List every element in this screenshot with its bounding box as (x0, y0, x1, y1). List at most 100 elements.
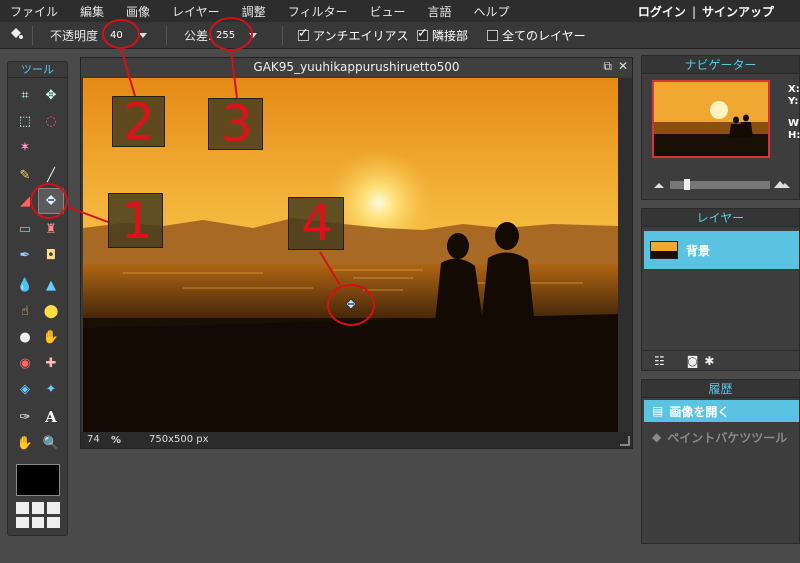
sharpen-icon[interactable]: ▲ (40, 274, 62, 296)
color-replace-icon[interactable]: ✒ (14, 244, 36, 266)
layer-row[interactable]: 背景 (644, 231, 799, 269)
contiguous-check-icon[interactable] (417, 26, 428, 41)
x-label: X: (788, 84, 800, 95)
magnifier-icon[interactable]: 🔍 (40, 432, 62, 454)
menu-language[interactable]: 言語 (417, 3, 463, 20)
opacity-label: 不透明度 (50, 29, 99, 43)
dodge-icon[interactable]: ⬤ (40, 300, 62, 322)
signup-link[interactable]: サインアップ (702, 5, 774, 19)
tolerance-label: 公差: (184, 29, 213, 43)
smudge-icon[interactable]: ☝ (14, 300, 36, 322)
paint-bucket-icon (8, 26, 24, 45)
zoom-unit: % (111, 435, 122, 446)
layer-name: 背景 (686, 243, 711, 258)
grid-icon[interactable] (16, 502, 60, 528)
tools-title: ツール (8, 62, 67, 78)
history-item[interactable]: ▤ 画像を開く (644, 400, 799, 422)
stamp-icon[interactable]: ♜ (40, 218, 62, 240)
lasso-icon[interactable]: ◌ (40, 110, 62, 132)
history-item[interactable]: ◆ ペイントバケツツール (644, 426, 799, 448)
color-picker-icon[interactable]: ✑ (14, 406, 36, 428)
document-title: GAK95_yuuhikappurushiruetto500 (81, 58, 632, 76)
gradient-icon[interactable]: ▭ (14, 218, 36, 240)
annotation-label-3: 3 (221, 95, 253, 153)
new-layer-icon[interactable]: ✱ (704, 354, 714, 368)
history-panel: 履歴 ▤ 画像を開く ◆ ペイントバケツツール (641, 379, 800, 544)
foreground-color-swatch[interactable] (16, 464, 60, 496)
h-label: H: (788, 130, 800, 141)
menu-image[interactable]: 画像 (116, 3, 162, 20)
zoom-slider[interactable] (652, 178, 792, 190)
history-title[interactable]: 履歴 (642, 380, 799, 398)
history-item-label: 画像を開く (669, 404, 730, 419)
paint-bucket-cursor-icon (343, 297, 359, 316)
pinch-icon[interactable]: ✦ (40, 378, 62, 400)
login-link[interactable]: ログイン (638, 5, 686, 19)
layers-panel: レイヤー 背景 ☷ ◙ ✱ (641, 208, 800, 371)
antialias-check-icon[interactable] (298, 26, 309, 41)
resize-grip[interactable] (620, 436, 630, 446)
annotation-label-4: 4 (301, 194, 333, 252)
layer-mask-icon[interactable]: ◙ (687, 354, 699, 368)
annotation-label-2: 2 (123, 93, 155, 151)
menu-filter[interactable]: フィルター (278, 3, 360, 20)
paint-bucket-icon: ◆ (652, 430, 662, 444)
account-links: ログイン | サインアップ (638, 3, 774, 20)
magic-wand-icon[interactable]: ✶ (14, 136, 36, 158)
w-label: W (788, 118, 800, 129)
account-separator: | (691, 5, 696, 19)
all-layers-checkbox[interactable]: 全てのレイヤー (487, 22, 586, 49)
bloat-icon[interactable]: ◈ (14, 378, 36, 400)
annotation-circle-tolerance (209, 17, 253, 51)
annotation-box-3: 3 (208, 98, 263, 150)
navigator-title[interactable]: ナビゲーター (642, 56, 799, 74)
move-icon[interactable]: ✥ (40, 84, 62, 106)
menu-edit[interactable]: 編集 (70, 3, 116, 20)
annotation-label-1: 1 (121, 192, 153, 250)
y-label: Y: (788, 96, 799, 107)
restore-icon[interactable]: ⧉ (603, 59, 612, 73)
antialias-checkbox[interactable]: アンチエイリアス (298, 22, 409, 49)
menu-file[interactable]: ファイル (0, 3, 70, 20)
close-icon[interactable]: ✕ (618, 59, 628, 73)
document-status-bar: 74 % 750x500 px (81, 432, 632, 448)
annotation-box-4: 4 (288, 197, 344, 250)
red-eye-icon[interactable]: ◉ (14, 352, 36, 374)
annotation-box-1: 1 (108, 193, 163, 248)
open-image-icon: ▤ (652, 404, 664, 418)
hand-icon[interactable]: ✋ (14, 432, 36, 454)
contiguous-checkbox[interactable]: 隣接部 (417, 22, 468, 49)
crop-icon[interactable]: ⌗ (14, 84, 36, 106)
navigator-coordinates: X: Y: W H: (788, 84, 800, 142)
image-dimensions: 750x500 px (149, 434, 209, 445)
contiguous-label: 隣接部 (432, 29, 469, 43)
document-controls: ⧉ ✕ (597, 59, 628, 74)
navigator-panel: ナビゲーター X: Y: W H: (641, 55, 800, 200)
layer-thumbnail (650, 241, 678, 259)
layers-title[interactable]: レイヤー (642, 209, 799, 227)
annotation-box-2: 2 (112, 96, 165, 147)
layer-settings-icon[interactable]: ☷ (654, 354, 665, 368)
burn-icon[interactable]: ● (14, 326, 36, 348)
pencil-icon[interactable]: ✎ (14, 164, 36, 186)
menu-help[interactable]: ヘルプ (464, 3, 522, 20)
spot-heal-icon[interactable]: ✚ (40, 352, 62, 374)
sponge-icon[interactable]: ◘ (40, 244, 62, 266)
menu-adjust[interactable]: 調整 (232, 3, 278, 20)
all-layers-label: 全てのレイヤー (502, 29, 586, 43)
tool-panel: ツール ⌗ ✥ ⬚ ◌ ✶ ✎ ╱ ◢ ▭ ♜ ✒ ◘ 💧 ▲ ☝ ⬤ ● ✋ … (7, 61, 68, 536)
history-item-label: ペイントバケツツール (667, 430, 788, 445)
text-icon[interactable]: A (40, 406, 62, 428)
navigator-thumbnail[interactable] (652, 80, 770, 158)
vertical-scrollbar[interactable] (618, 78, 632, 433)
zoom-icon[interactable]: ✋ (40, 326, 62, 348)
menu-view[interactable]: ビュー (359, 3, 417, 20)
all-layers-check-icon[interactable] (487, 30, 498, 41)
layers-footer: ☷ ◙ ✱ (642, 350, 799, 370)
blur-icon[interactable]: 💧 (14, 274, 36, 296)
zoom-value[interactable]: 74 (87, 434, 100, 445)
annotation-circle-opacity (102, 19, 140, 49)
menu-layer[interactable]: レイヤー (162, 3, 232, 20)
annotation-circle-tool (30, 183, 68, 219)
marquee-icon[interactable]: ⬚ (14, 110, 36, 132)
